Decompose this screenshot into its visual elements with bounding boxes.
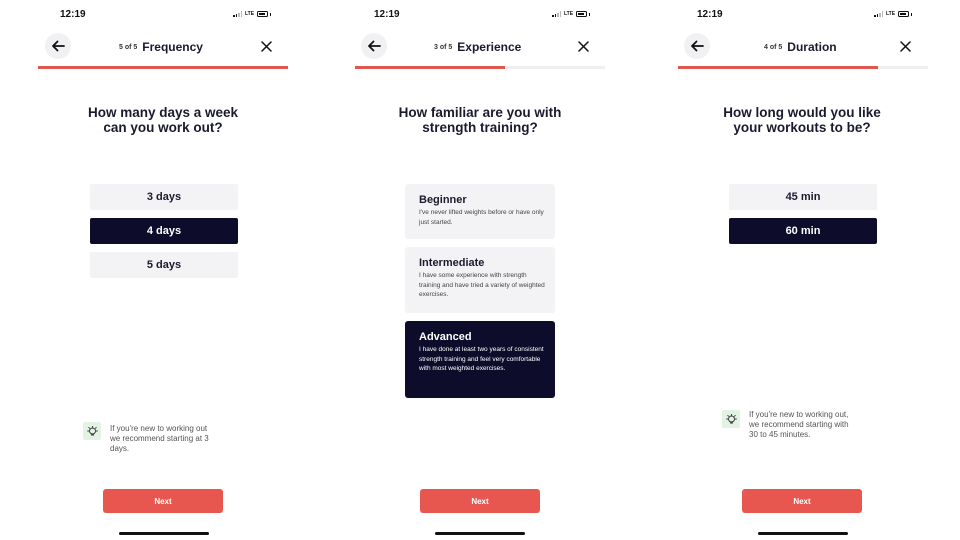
tip-text: If you're new to working out we recommen…: [110, 424, 209, 453]
option-60-min[interactable]: 60 min: [729, 218, 877, 244]
battery-icon: [257, 11, 269, 17]
progress-fill: [678, 66, 878, 69]
option-advanced[interactable]: Advanced I have done at least two years …: [405, 321, 555, 398]
option-4-days[interactable]: 4 days: [90, 218, 238, 244]
question-text: How familiar are you with strength train…: [398, 105, 562, 135]
network-label: LTE: [886, 11, 896, 17]
status-time: 12:19: [374, 9, 400, 20]
status-time: 12:19: [697, 9, 723, 20]
arrow-left-icon: [52, 40, 65, 52]
tip-text: If you're new to working out, we recomme…: [749, 410, 849, 439]
status-time: 12:19: [60, 9, 86, 20]
home-indicator: [758, 532, 848, 535]
next-button[interactable]: Next: [420, 489, 540, 513]
status-icons: LTE: [874, 10, 913, 18]
option-5-days[interactable]: 5 days: [90, 252, 238, 278]
question-text: How long would you like your workouts to…: [723, 105, 881, 135]
header-title: 5 of 5 Frequency: [119, 40, 203, 54]
lightbulb-icon: [722, 410, 740, 428]
option-intermediate[interactable]: Intermediate I have some experience with…: [405, 247, 555, 313]
option-3-days[interactable]: 3 days: [90, 184, 238, 210]
status-icons: LTE: [552, 10, 591, 18]
progress-bar: [678, 66, 928, 69]
home-indicator: [119, 532, 209, 535]
option-description: I have done at least two years of consis…: [419, 346, 544, 372]
back-button[interactable]: [684, 33, 710, 59]
question-text: How many days a week can you work out?: [87, 105, 239, 135]
page-title: Experience: [457, 40, 522, 54]
back-button[interactable]: [361, 33, 387, 59]
header-title: 3 of 5 Experience: [434, 40, 521, 54]
experience-screen: 12:19 LTE 3 of 5 Experience How familiar…: [320, 0, 640, 540]
close-button[interactable]: [573, 36, 593, 56]
back-button[interactable]: [45, 33, 71, 59]
progress-bar: [38, 66, 288, 69]
option-beginner[interactable]: Beginner I've never lifted weights befor…: [405, 184, 555, 239]
battery-icon: [898, 11, 910, 17]
step-indicator: 3 of 5: [434, 43, 453, 51]
duration-screen: 12:19 LTE 4 of 5 Duration How long would…: [640, 0, 960, 540]
option-description: I have some experience with strength tra…: [419, 272, 545, 298]
signal-icon: [874, 11, 883, 17]
arrow-left-icon: [691, 40, 704, 52]
step-indicator: 4 of 5: [764, 43, 783, 51]
header-title: 4 of 5 Duration: [764, 40, 837, 54]
page-title: Duration: [787, 40, 837, 54]
option-title: Beginner: [419, 194, 467, 206]
battery-icon: [576, 11, 588, 17]
progress-fill: [355, 66, 505, 69]
close-icon: [899, 40, 911, 52]
lightbulb-icon: [83, 422, 101, 440]
close-icon: [577, 40, 589, 52]
network-label: LTE: [245, 11, 255, 17]
close-button[interactable]: [895, 36, 915, 56]
page-title: Frequency: [142, 40, 203, 54]
close-icon: [260, 40, 272, 52]
progress-bar: [355, 66, 605, 69]
status-icons: LTE: [233, 10, 272, 18]
step-indicator: 5 of 5: [119, 43, 138, 51]
option-45-min[interactable]: 45 min: [729, 184, 877, 210]
close-button[interactable]: [256, 36, 276, 56]
arrow-left-icon: [368, 40, 381, 52]
frequency-screen: 12:19 LTE 5 of 5 Frequency How many days…: [0, 0, 320, 540]
network-label: LTE: [564, 11, 574, 17]
option-title: Advanced: [419, 331, 472, 343]
option-title: Intermediate: [419, 257, 485, 269]
next-button[interactable]: Next: [103, 489, 223, 513]
next-button[interactable]: Next: [742, 489, 862, 513]
signal-icon: [552, 11, 561, 17]
home-indicator: [435, 532, 525, 535]
progress-fill: [38, 66, 288, 69]
option-description: I've never lifted weights before or have…: [419, 209, 544, 226]
signal-icon: [233, 11, 242, 17]
